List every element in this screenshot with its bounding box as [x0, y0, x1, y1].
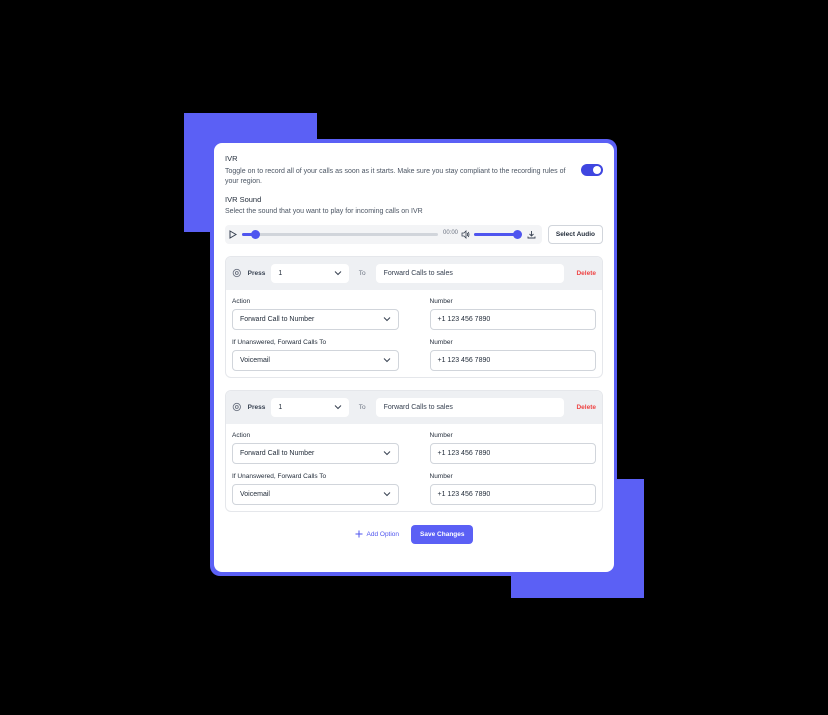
number-field-group: Number +1 123 456 7890: [429, 431, 596, 464]
add-option-button[interactable]: Add Option: [355, 530, 400, 538]
delete-option-button[interactable]: Delete: [576, 270, 596, 277]
unanswered-value: Voicemail: [240, 356, 270, 364]
toggle-knob: [593, 166, 601, 174]
chevron-down-icon: [383, 358, 390, 363]
audio-progress-thumb[interactable]: [251, 229, 261, 239]
unanswered-label: If Unanswered, Forward Calls To: [232, 472, 327, 480]
ivr-sound-title: IVR Sound: [225, 195, 262, 204]
number2-input[interactable]: +1 123 456 7890: [429, 349, 596, 371]
number2-input[interactable]: +1 123 456 7890: [429, 483, 596, 505]
delete-option-button[interactable]: Delete: [576, 404, 596, 411]
plus-icon: [355, 530, 363, 538]
volume-slider[interactable]: [474, 229, 523, 239]
select-audio-button[interactable]: Select Audio: [547, 224, 603, 244]
gear-icon: [232, 402, 241, 412]
download-icon[interactable]: [527, 230, 536, 239]
press-label: Press: [247, 403, 266, 411]
option-header: Press 1 To Forward Calls to sales Delete: [226, 256, 602, 290]
unanswered-field-group: If Unanswered, Forward Calls To Voicemai…: [232, 339, 399, 371]
save-changes-button[interactable]: Save Changes: [411, 524, 474, 544]
ivr-sound-description: Select the sound that you want to play f…: [225, 208, 423, 215]
number2-field-group: Number +1 123 456 7890: [429, 338, 596, 371]
chevron-down-icon: [383, 451, 390, 456]
card-footer: Add Option Save Changes: [225, 524, 603, 544]
to-label: To: [358, 269, 366, 277]
action-value: Forward Call to Number: [240, 315, 315, 323]
action-field-group: Action Forward Call to Number: [232, 432, 399, 464]
action-label: Action: [232, 431, 251, 439]
action-select[interactable]: Forward Call to Number: [232, 442, 399, 464]
chevron-down-icon: [383, 492, 390, 497]
action-select[interactable]: Forward Call to Number: [232, 308, 399, 330]
action-field-group: Action Forward Call to Number: [232, 298, 399, 330]
ivr-option: Press 1 To Forward Calls to sales Delete…: [225, 255, 603, 378]
volume-thumb[interactable]: [513, 229, 523, 239]
action-value: Forward Call to Number: [240, 449, 315, 457]
number2-label: Number: [429, 338, 453, 346]
option-header: Press 1 To Forward Calls to sales Delete: [226, 390, 602, 424]
number-input[interactable]: +1 123 456 7890: [429, 308, 596, 330]
play-icon[interactable]: [229, 229, 237, 239]
option-body: Action Forward Call to Number Number +1 …: [226, 424, 602, 511]
ivr-description: Toggle on to record all of your calls as…: [225, 168, 566, 185]
forward-name-input[interactable]: Forward Calls to sales: [375, 397, 565, 417]
ivr-settings-card: IVR Toggle on to record all of your call…: [214, 143, 614, 572]
number2-label: Number: [429, 472, 453, 480]
unanswered-value: Voicemail: [240, 490, 270, 498]
unanswered-select[interactable]: Voicemail: [232, 349, 399, 371]
option-body: Action Forward Call to Number Number +1 …: [226, 290, 602, 377]
forward-name-input[interactable]: Forward Calls to sales: [375, 263, 565, 283]
unanswered-field-group: If Unanswered, Forward Calls To Voicemai…: [232, 473, 399, 505]
to-label: To: [358, 403, 366, 411]
press-key-select[interactable]: 1: [271, 397, 349, 417]
press-key-select[interactable]: 1: [271, 263, 349, 283]
number-input[interactable]: +1 123 456 7890: [429, 442, 596, 464]
chevron-down-icon: [383, 317, 390, 322]
unanswered-label: If Unanswered, Forward Calls To: [232, 338, 327, 346]
ivr-toggle[interactable]: [581, 164, 603, 176]
press-label: Press: [247, 269, 266, 277]
number-label: Number: [429, 431, 453, 439]
audio-time: 00:00: [443, 229, 459, 236]
ivr-option: Press 1 To Forward Calls to sales Delete…: [225, 389, 603, 512]
audio-player: 00:00: [225, 224, 542, 244]
unanswered-select[interactable]: Voicemail: [232, 483, 399, 505]
ivr-title: IVR: [225, 154, 238, 163]
number-field-group: Number +1 123 456 7890: [429, 297, 596, 330]
add-option-label: Add Option: [366, 530, 400, 538]
chevron-down-icon: [334, 271, 342, 276]
chevron-down-icon: [334, 405, 342, 410]
number2-field-group: Number +1 123 456 7890: [429, 472, 596, 505]
press-key-value: 1: [278, 403, 283, 411]
audio-progress-track[interactable]: [242, 229, 438, 239]
action-label: Action: [232, 297, 251, 305]
gear-icon: [232, 268, 241, 278]
number-label: Number: [429, 297, 453, 305]
volume-fill: [474, 232, 518, 236]
audio-row: 00:00 Select Audio: [225, 224, 603, 244]
press-key-value: 1: [278, 269, 283, 277]
volume-icon[interactable]: [461, 229, 470, 239]
